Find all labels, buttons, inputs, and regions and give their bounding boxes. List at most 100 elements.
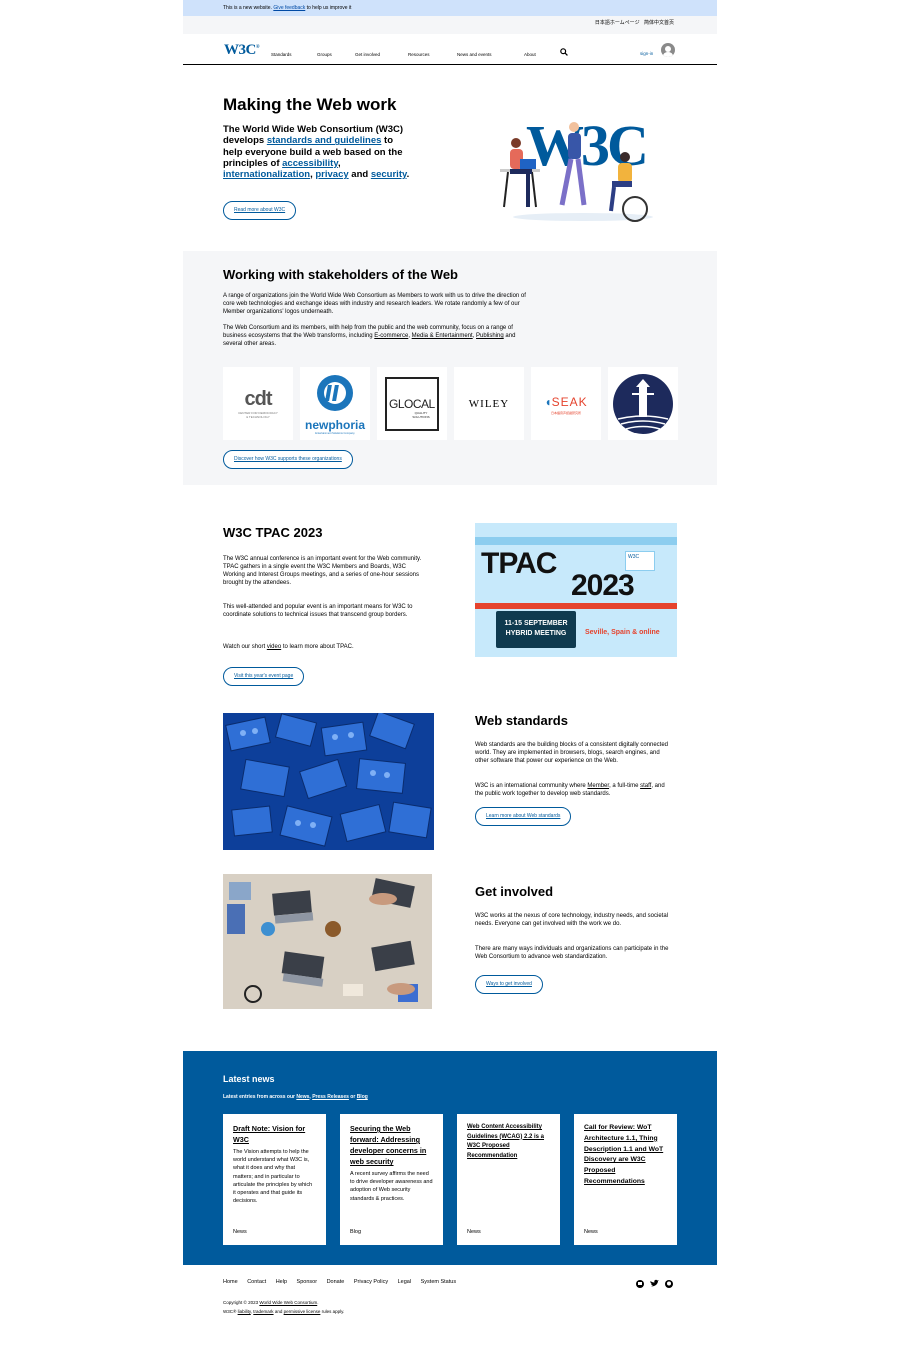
accessibility-link[interactable]: accessibility: [282, 158, 338, 169]
discover-organizations-button[interactable]: Discover how W3C supports these organiza…: [223, 450, 353, 469]
footer-link-status[interactable]: System Status: [421, 1279, 456, 1285]
member-logo-newphoria[interactable]: newphoria Entertainment Solutions Compan…: [300, 367, 370, 440]
get-involved-paragraph-1: W3C works at the nexus of core technolog…: [475, 913, 668, 927]
visit-event-page-button[interactable]: Visit this year's event page: [223, 667, 305, 686]
privacy-link[interactable]: privacy: [315, 169, 348, 180]
news-card-category: News: [233, 1229, 247, 1235]
get-involved-title: Get involved: [475, 884, 554, 899]
hero-title: Making the Web work: [223, 95, 397, 114]
nav-item-about[interactable]: About: [524, 52, 536, 57]
tpac-video-link[interactable]: video: [267, 644, 281, 650]
internationalization-link[interactable]: internationalization: [223, 169, 310, 180]
w3c-copyright-link[interactable]: World Wide Web Consortium: [259, 1300, 317, 1305]
news-card[interactable]: Call for Review: WoT Architecture 1.1, T…: [574, 1114, 677, 1245]
page: This is a new website. Give feedback to …: [183, 0, 717, 1321]
twitter-icon[interactable]: [650, 1279, 659, 1287]
member-logo-cdt[interactable]: cdt CENTER FOR DEMOCRACY & TECHNOLOGY: [223, 367, 293, 440]
media-entertainment-link[interactable]: Media & Entertainment: [412, 333, 473, 339]
member-logo-lighthouse[interactable]: [608, 367, 678, 440]
news-card[interactable]: Securing the Web forward: Addressing dev…: [340, 1114, 443, 1245]
w3c-logo[interactable]: W3C®: [224, 42, 260, 59]
news-card-title[interactable]: Web Content Accessibility Guidelines (WC…: [467, 1123, 550, 1161]
web-standards-title: Web standards: [475, 713, 568, 728]
member-logo-wiley[interactable]: WILEY: [454, 367, 524, 440]
stakeholders-section: Working with stakeholders of the Web A r…: [183, 251, 717, 485]
hero-intro: The World Wide Web Consortium (W3C) deve…: [223, 124, 410, 181]
copyright: Copyright © 2023 World Wide Web Consorti…: [223, 1300, 345, 1314]
read-more-button[interactable]: Read more about W3C: [223, 201, 297, 220]
nav-item-resources[interactable]: Resources: [408, 52, 430, 57]
learn-web-standards-button[interactable]: Learn more about Web standards: [475, 807, 572, 826]
standards-guidelines-link[interactable]: standards and guidelines: [267, 135, 382, 146]
ways-to-get-involved-button[interactable]: Ways to get involved: [475, 975, 543, 994]
staff-link[interactable]: staff: [640, 783, 651, 789]
tpac-section: W3C TPAC 2023 The W3C annual conference …: [183, 485, 717, 693]
permissive-license-link[interactable]: permissive license: [284, 1309, 321, 1314]
footer: Home Contact Help Sponsor Donate Privacy…: [183, 1265, 717, 1321]
press-releases-link[interactable]: Press Releases: [312, 1094, 349, 1100]
people-at-desk-image: [223, 874, 432, 1009]
tpac-title: W3C TPAC 2023: [223, 525, 323, 540]
member-link[interactable]: Member: [587, 783, 609, 789]
news-card[interactable]: Draft Note: Vision for W3C The Vision at…: [223, 1114, 326, 1245]
latest-news-section: Latest news Latest entries from across o…: [183, 1051, 717, 1265]
latest-news-title: Latest news: [223, 1074, 275, 1084]
news-card-title[interactable]: Call for Review: WoT Architecture 1.1, T…: [584, 1123, 667, 1188]
footer-link-contact[interactable]: Contact: [247, 1279, 266, 1285]
mastodon-icon[interactable]: [636, 1280, 644, 1288]
news-card-title[interactable]: Securing the Web forward: Addressing dev…: [350, 1123, 433, 1167]
hero-section: Making the Web work The World Wide Web C…: [183, 65, 717, 251]
footer-link-sponsor[interactable]: Sponsor: [297, 1279, 318, 1285]
member-logo-seak[interactable]: ◖SEAK 日本語音声認識研究所: [531, 367, 601, 440]
stakeholders-title: Working with stakeholders of the Web: [223, 267, 458, 282]
tpac-paragraph-1: The W3C annual conference is an importan…: [223, 556, 422, 586]
footer-link-home[interactable]: Home: [223, 1279, 238, 1285]
news-card[interactable]: Web Content Accessibility Guidelines (WC…: [457, 1114, 560, 1245]
nav-item-standards[interactable]: Standards: [271, 52, 292, 57]
feedback-link[interactable]: Give feedback: [273, 5, 305, 11]
lang-ja-link[interactable]: 日本語ホームページ: [595, 20, 640, 26]
footer-link-legal[interactable]: Legal: [398, 1279, 411, 1285]
tpac-paragraph-3: Watch our short video to learn more abou…: [223, 644, 354, 650]
web-standards-paragraph-1: Web standards are the building blocks of…: [475, 742, 669, 764]
language-bar: 日本語ホームページ 简体中文首页: [183, 16, 717, 34]
footer-link-privacy[interactable]: Privacy Policy: [354, 1279, 388, 1285]
news-card-category: News: [584, 1229, 598, 1235]
news-card-description: A recent survey affirms the need to driv…: [350, 1171, 433, 1202]
news-card-title[interactable]: Draft Note: Vision for W3C: [233, 1123, 316, 1145]
member-logo-glocal[interactable]: GLOCAL QUALITY SOLUTIONS: [377, 367, 447, 440]
stakeholders-paragraph-1: A range of organizations join the World …: [223, 293, 526, 315]
footer-link-help[interactable]: Help: [276, 1279, 287, 1285]
web-standards-paragraph-2: W3C is an international community where …: [475, 783, 665, 797]
footer-link-donate[interactable]: Donate: [327, 1279, 345, 1285]
lego-bricks-image: [223, 713, 434, 850]
feedback-banner: This is a new website. Give feedback to …: [183, 0, 717, 16]
security-link[interactable]: security: [371, 169, 407, 180]
nav-item-get-involved[interactable]: Get involved: [355, 52, 380, 57]
news-link[interactable]: News: [296, 1094, 309, 1100]
get-involved-paragraph-2: There are many ways individuals and orga…: [475, 946, 669, 960]
sign-in-link[interactable]: sign-in: [640, 51, 653, 56]
news-card-category: News: [467, 1229, 481, 1235]
search-icon[interactable]: [560, 48, 568, 56]
blog-link[interactable]: Blog: [357, 1094, 368, 1100]
publishing-link[interactable]: Publishing: [476, 333, 504, 339]
social-icons: [636, 1276, 676, 1294]
trademark-link[interactable]: trademark: [253, 1309, 273, 1314]
stakeholders-paragraph-2: The Web Consortium and its members, with…: [223, 325, 516, 347]
banner-text: This is a new website.: [223, 5, 272, 11]
ecommerce-link[interactable]: E-commerce: [374, 333, 408, 339]
footer-links: Home Contact Help Sponsor Donate Privacy…: [223, 1279, 464, 1285]
main-nav: W3C® Standards Groups Get involved Resou…: [183, 34, 717, 65]
hero-illustration: W3C: [500, 113, 653, 222]
nav-item-groups[interactable]: Groups: [317, 52, 332, 57]
liability-link[interactable]: liability: [238, 1309, 251, 1314]
github-icon[interactable]: [665, 1280, 673, 1288]
lighthouse-logo-icon: [613, 373, 673, 434]
nav-item-news-events[interactable]: News and events: [457, 52, 492, 57]
get-involved-section: Get involved W3C works at the nexus of c…: [183, 869, 717, 1051]
news-card-category: Blog: [350, 1229, 362, 1235]
banner-suffix: to help us improve it: [306, 5, 352, 11]
lang-zh-link[interactable]: 简体中文首页: [644, 20, 674, 26]
user-icon[interactable]: [661, 43, 675, 57]
